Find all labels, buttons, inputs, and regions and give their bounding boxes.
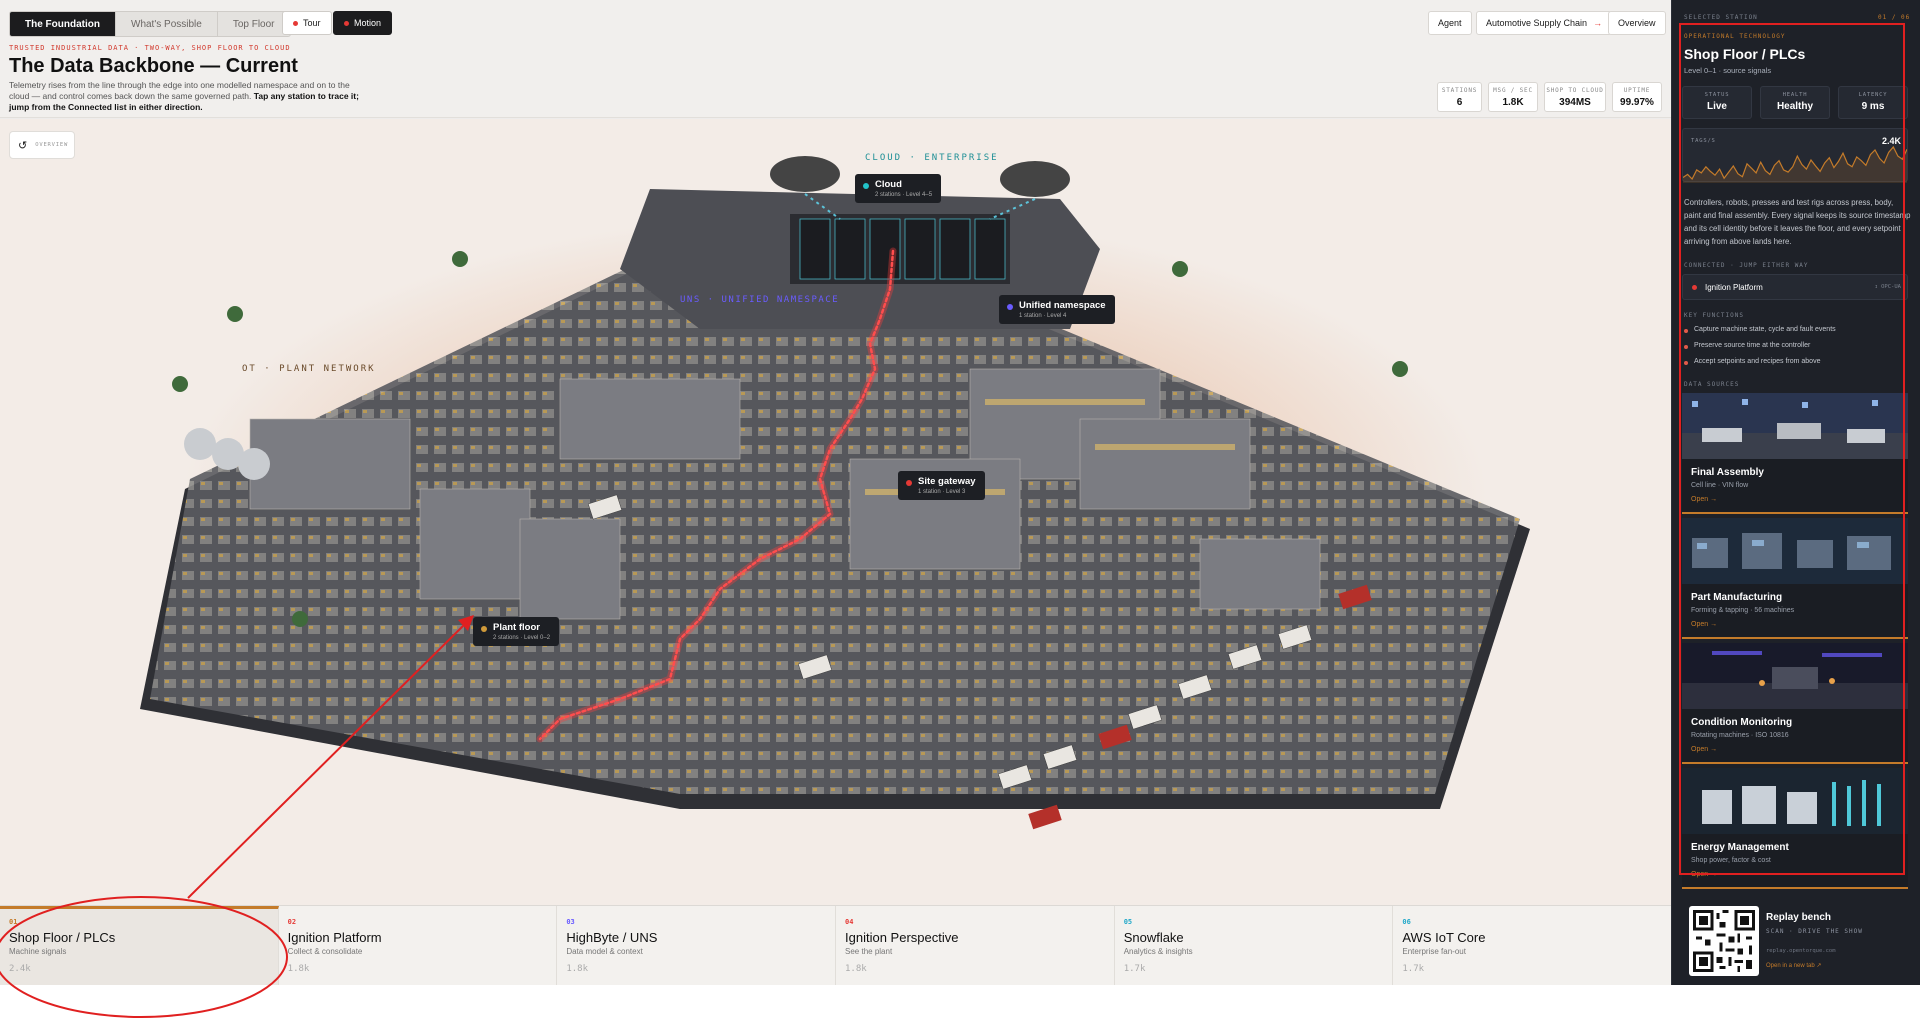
health-tile: HEALTH Healthy bbox=[1760, 86, 1830, 119]
agent-button[interactable]: Agent bbox=[1428, 11, 1472, 35]
replay-subtitle: SCAN · DRIVE THE SHOW bbox=[1766, 928, 1863, 935]
panel-subtitle: Level 0–1 · source signals bbox=[1684, 66, 1772, 75]
station-ignition-perspective[interactable]: 04 Ignition Perspective See the plant 1.8k bbox=[836, 906, 1115, 985]
source-part-manufacturing[interactable]: Part Manufacturing Forming & tapping · 56… bbox=[1682, 518, 1908, 639]
source-energy-management[interactable]: Energy Management Shop power, factor & co… bbox=[1682, 768, 1908, 889]
tab-top-floor[interactable]: Top Floor bbox=[218, 12, 290, 36]
source-condition-monitoring[interactable]: Condition Monitoring Rotating machines · … bbox=[1682, 643, 1908, 764]
qr-code-graphic bbox=[1693, 910, 1755, 972]
station-detail-panel: SELECTED STATION 01 / 06 OPERATIONAL TEC… bbox=[1671, 0, 1920, 985]
stat-uptime: UPTIME 99.97% bbox=[1612, 82, 1662, 112]
replay-title: Replay bench bbox=[1766, 912, 1832, 923]
condition-monitoring-image bbox=[1682, 643, 1908, 709]
station-shop-floor-plcs[interactable]: 01 Shop Floor / PLCs Machine signals 2.4k bbox=[0, 906, 279, 985]
final-assembly-image bbox=[1682, 393, 1908, 459]
connected-ignition-platform[interactable]: Ignition Platform ↕ OPC-UA bbox=[1682, 274, 1908, 300]
cloud-status-dot bbox=[863, 183, 869, 189]
panel-counter: 01 / 06 bbox=[1878, 14, 1911, 21]
overview-nav-button[interactable]: Overview bbox=[1608, 11, 1666, 35]
callout-unified-namespace[interactable]: Unified namespace 1 station · Level 4 bbox=[999, 295, 1115, 324]
callout-site-gateway[interactable]: Site gateway 1 station · Level 3 bbox=[898, 471, 985, 500]
page-title: The Data Backbone — Current bbox=[9, 55, 298, 77]
refresh-icon: ↺ bbox=[18, 139, 28, 152]
eyebrow: TRUSTED INDUSTRIAL DATA · TWO-WAY, SHOP … bbox=[9, 44, 291, 52]
factory-scene[interactable] bbox=[0, 119, 1671, 905]
tour-button[interactable]: Tour bbox=[282, 11, 332, 35]
part-manufacturing-image bbox=[1682, 518, 1908, 584]
station-ignition-platform[interactable]: 02 Ignition Platform Collect & consolidate… bbox=[279, 906, 558, 985]
plant-status-dot bbox=[481, 626, 487, 632]
factory-illustration bbox=[140, 156, 1530, 830]
qr-code bbox=[1689, 906, 1759, 976]
function-item: Preserve source time at the controller bbox=[1683, 342, 1811, 349]
functions-label: KEY FUNCTIONS bbox=[1684, 312, 1744, 319]
replay-open-link[interactable]: Open in a new tab ↗ bbox=[1766, 962, 1821, 969]
station-snowflake[interactable]: 05 Snowflake Analytics & insights 1.7k bbox=[1115, 906, 1394, 985]
gateway-status-dot bbox=[906, 480, 912, 486]
stat-shop-to-cloud: SHOP TO CLOUD 394MS bbox=[1544, 82, 1606, 112]
energy-management-image bbox=[1682, 768, 1908, 834]
function-item: Capture machine state, cycle and fault e… bbox=[1684, 326, 1836, 333]
arrow-right-icon: → bbox=[1593, 18, 1603, 28]
callout-plant-floor[interactable]: Plant floor 2 stations · Level 0–2 bbox=[473, 617, 560, 646]
connected-dot-icon bbox=[1692, 285, 1697, 290]
connected-label: CONNECTED · JUMP EITHER WAY bbox=[1684, 262, 1809, 269]
zone-label-uns: UNS · UNIFIED NAMESPACE bbox=[680, 295, 840, 305]
station-bar: 01 Shop Floor / PLCs Machine signals 2.4k 0… bbox=[0, 905, 1671, 985]
stat-stations: STATIONS 6 bbox=[1437, 82, 1482, 112]
tags-sparkline bbox=[1683, 145, 1907, 183]
source-final-assembly[interactable]: Final Assembly Cell line · VIN flow Open → bbox=[1682, 393, 1908, 514]
latency-tile: LATENCY 9 ms bbox=[1838, 86, 1908, 119]
panel-eyebrow: SELECTED STATION bbox=[1684, 14, 1758, 21]
cloud-left-icon bbox=[770, 156, 840, 192]
header: The Foundation What's Possible Top Floor… bbox=[0, 0, 1671, 118]
motion-dot-icon bbox=[344, 20, 349, 26]
tour-dot-icon bbox=[293, 20, 298, 26]
main-view: The Foundation What's Possible Top Floor… bbox=[0, 0, 1671, 985]
view-tabs: The Foundation What's Possible Top Floor bbox=[9, 11, 291, 37]
function-item: Accept setpoints and recipes from above bbox=[1683, 358, 1821, 365]
panel-description: Controllers, robots, presses and test ri… bbox=[1684, 198, 1911, 246]
supply-chain-button[interactable]: Automotive Supply Chain → bbox=[1476, 11, 1613, 35]
panel-category: OPERATIONAL TECHNOLOGY bbox=[1684, 33, 1786, 40]
cloud-right-icon bbox=[1000, 161, 1070, 197]
callout-cloud[interactable]: Cloud 2 stations · Level 4–5 bbox=[855, 174, 942, 203]
panel-title: Shop Floor / PLCs bbox=[1684, 46, 1806, 62]
zone-label-cloud: CLOUD · ENTERPRISE bbox=[865, 153, 999, 163]
sources-label: DATA SOURCES bbox=[1684, 381, 1740, 388]
tags-sparkline-card: TAGS/S 2.4K bbox=[1682, 128, 1908, 183]
replay-url: replay.opentorque.com bbox=[1766, 948, 1836, 954]
station-aws-iot-core[interactable]: 06 AWS IoT Core Enterprise fan-out 1.7k bbox=[1393, 906, 1671, 985]
tab-the-foundation[interactable]: The Foundation bbox=[10, 12, 116, 36]
station-highbyte-uns[interactable]: 03 HighByte / UNS Data model & context 1.8k bbox=[557, 906, 837, 985]
status-tile: STATUS Live bbox=[1682, 86, 1752, 119]
overview-reset-button[interactable]: ↺ OVERVIEW bbox=[9, 131, 75, 159]
page-description: Telemetry rises from the line through th… bbox=[9, 80, 359, 112]
motion-button[interactable]: Motion bbox=[333, 11, 393, 35]
stat-msg-sec: MSG / SEC 1.8K bbox=[1488, 82, 1538, 112]
zone-label-ot: OT · PLANT NETWORK bbox=[242, 364, 376, 374]
uns-status-dot bbox=[1007, 304, 1013, 310]
tab-whats-possible[interactable]: What's Possible bbox=[116, 12, 218, 36]
